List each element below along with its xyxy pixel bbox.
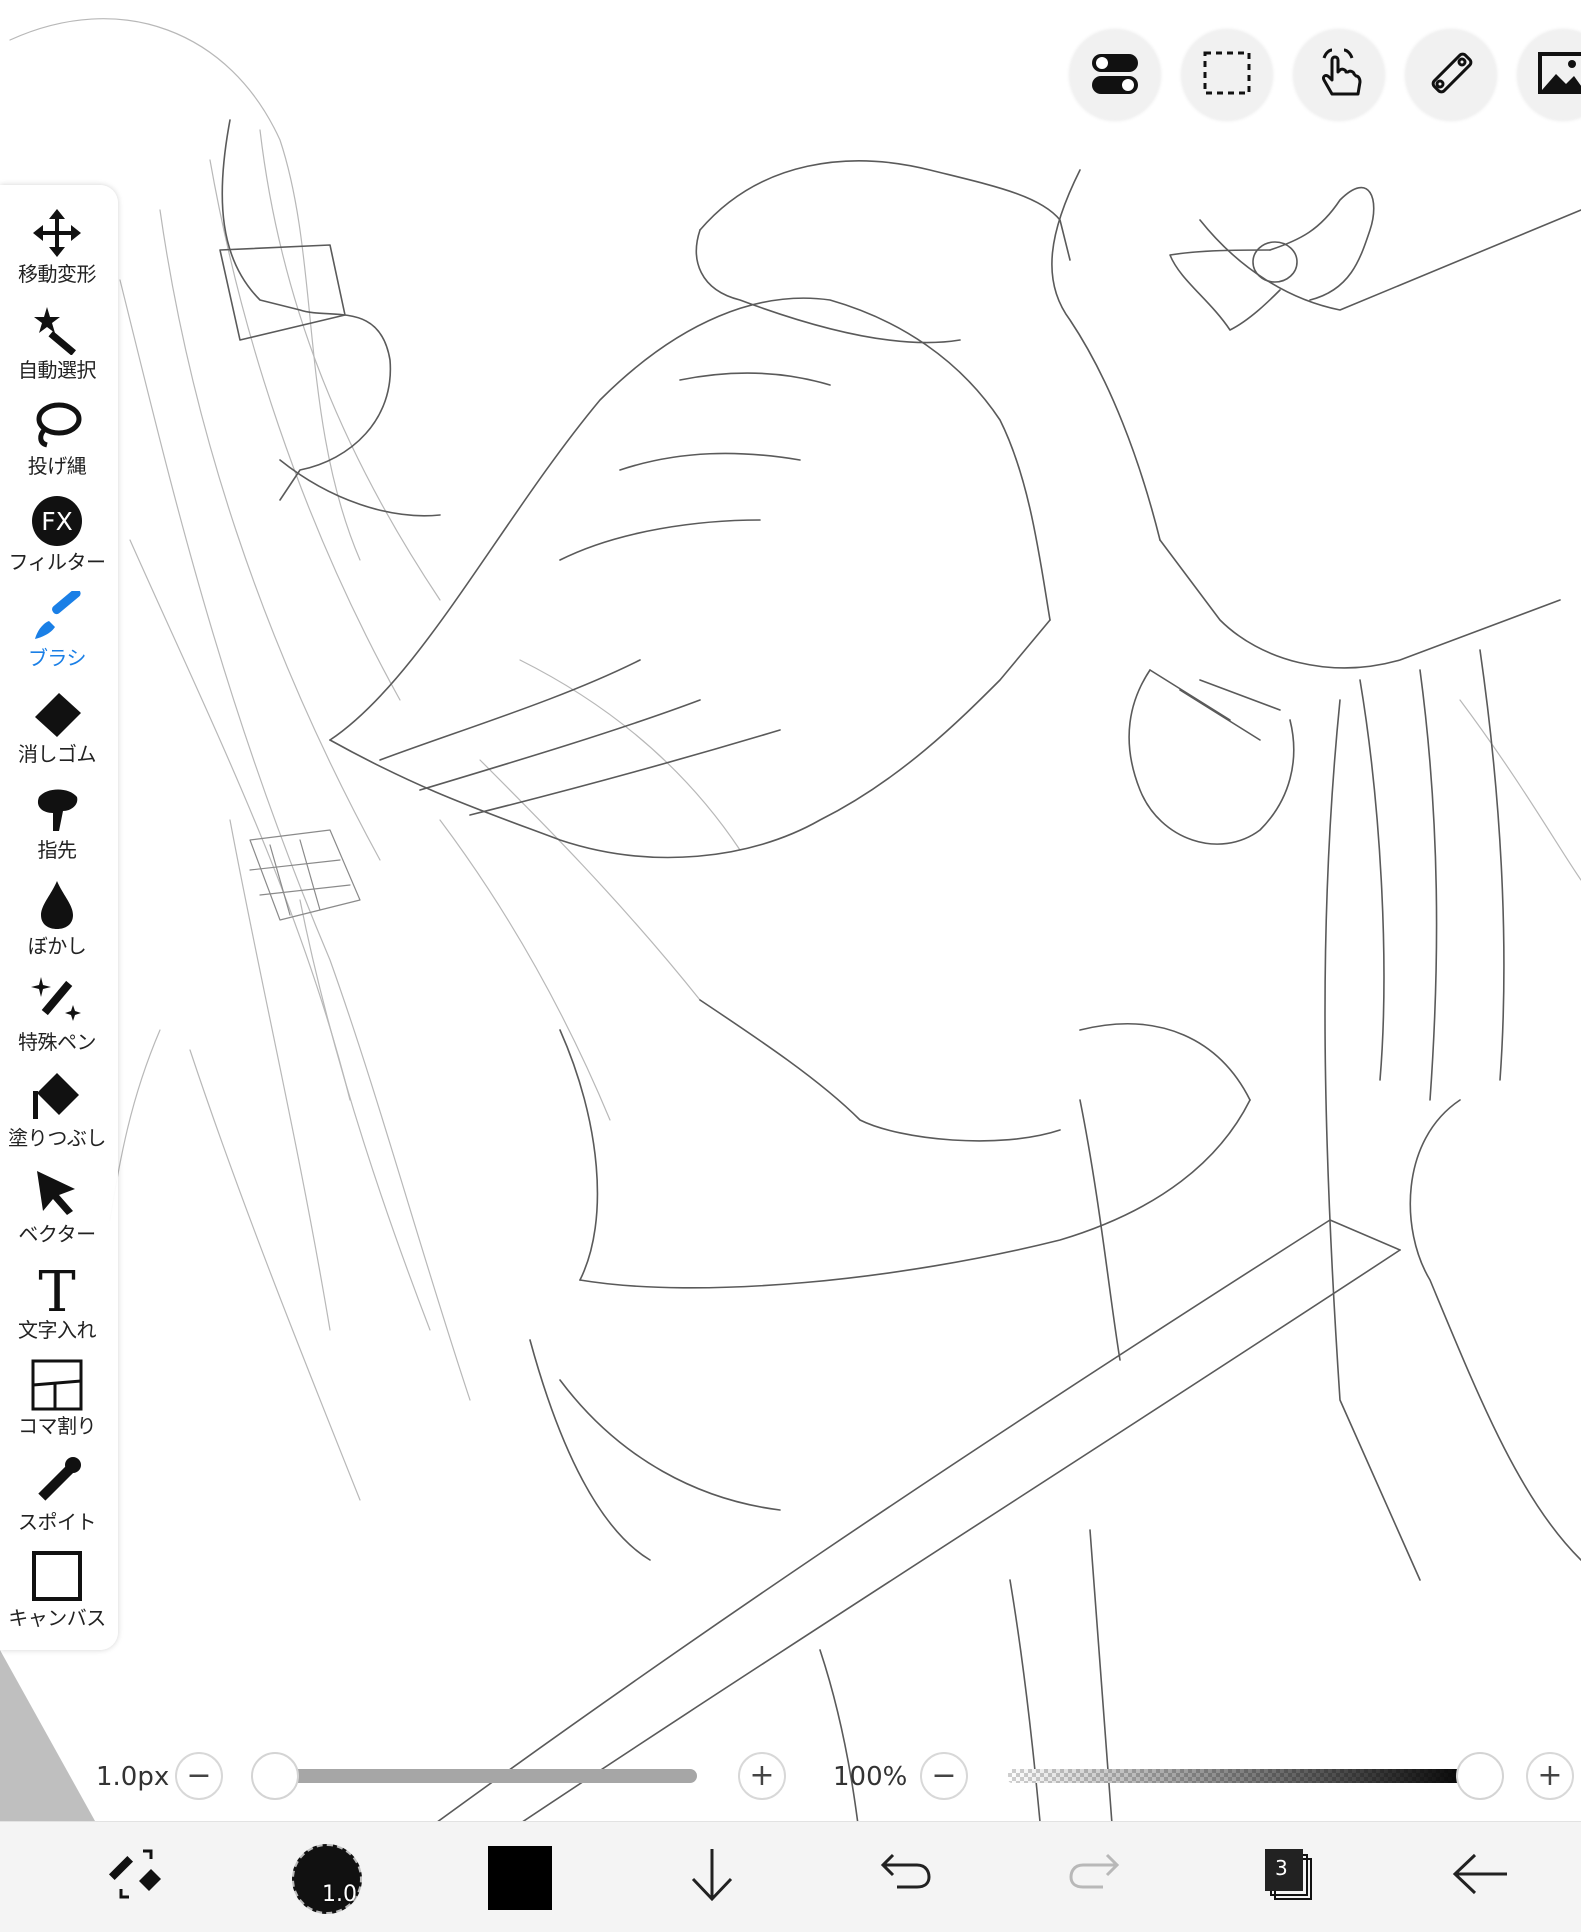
tool-filter[interactable]: FX フィルター	[0, 493, 114, 585]
tool-text[interactable]: T 文字入れ	[0, 1261, 114, 1353]
tool-label: 消しゴム	[18, 742, 97, 766]
text-icon: T	[27, 1261, 87, 1317]
line-art	[9, 18, 1581, 1931]
brush-icon	[27, 589, 87, 645]
brush-preview-size: 1.0	[322, 1882, 357, 1907]
toggle-switch-icon	[1088, 46, 1142, 104]
undo-icon	[873, 1843, 935, 1909]
tool-blur[interactable]: ぼかし	[0, 877, 114, 969]
tool-brush[interactable]: ブラシ	[0, 589, 114, 681]
tool-label: ぼかし	[27, 934, 87, 958]
tool-move[interactable]: 移動変形	[0, 205, 114, 297]
finger-icon	[27, 781, 87, 837]
tool-fill[interactable]: 塗りつぶし	[0, 1069, 114, 1161]
brush-size-minus-button[interactable]: −	[175, 1752, 223, 1800]
tool-label: 特殊ペン	[18, 1030, 97, 1054]
tool-label: 投げ縄	[27, 454, 87, 478]
tool-label: 塗りつぶし	[8, 1126, 106, 1150]
tool-sidebar: 移動変形 自動選択 投げ縄 FX フィルター ブラシ 消しゴム 指先 ぼかし 特…	[0, 185, 118, 1650]
tool-lasso[interactable]: 投げ縄	[0, 397, 114, 489]
touch-button[interactable]	[1294, 30, 1384, 120]
hand-touch-icon	[1312, 46, 1366, 104]
svg-text:T: T	[38, 1263, 75, 1315]
brush-size-plus-button[interactable]: +	[738, 1752, 786, 1800]
magic-wand-icon	[27, 301, 87, 357]
download-button[interactable]	[672, 1840, 752, 1912]
tool-finger[interactable]: 指先	[0, 781, 114, 873]
tool-label: 自動選択	[18, 358, 97, 382]
drawing-canvas[interactable]	[0, 0, 1581, 1931]
eyedropper-icon	[27, 1453, 87, 1509]
ruler-button[interactable]	[1406, 30, 1496, 120]
redo-button[interactable]	[1056, 1840, 1136, 1912]
fx-icon: FX	[27, 493, 87, 549]
opacity-value: 100%	[833, 1762, 908, 1792]
tool-label: 移動変形	[18, 262, 97, 286]
brush-size-value: 1.0px	[96, 1762, 170, 1792]
ruler-icon	[1424, 46, 1478, 104]
bucket-icon	[27, 1069, 87, 1125]
redo-icon	[1065, 1843, 1127, 1909]
tool-canvas[interactable]: キャンバス	[0, 1549, 114, 1641]
color-swatch-button[interactable]	[488, 1846, 552, 1910]
opacity-plus-button[interactable]: +	[1526, 1752, 1574, 1800]
bottom-toolbar: 1.0 3	[0, 1821, 1581, 1932]
tool-vector[interactable]: ベクター	[0, 1165, 114, 1257]
tool-label: 文字入れ	[18, 1318, 97, 1342]
sparkle-pen-icon	[27, 973, 87, 1029]
tool-label: スポイト	[18, 1510, 97, 1534]
layers-icon	[1257, 1843, 1319, 1909]
toggle-button[interactable]	[1070, 30, 1160, 120]
tool-eraser[interactable]: 消しゴム	[0, 685, 114, 777]
eraser-icon	[27, 685, 87, 741]
layers-count: 3	[1275, 1856, 1288, 1880]
arrow-down-icon	[681, 1843, 743, 1909]
undo-button[interactable]	[864, 1840, 944, 1912]
brush-size-slider-track[interactable]	[275, 1769, 697, 1783]
tool-label: コマ割り	[18, 1414, 97, 1438]
tool-label: ブラシ	[27, 646, 87, 670]
svg-text:FX: FX	[41, 507, 73, 536]
selection-button[interactable]	[1182, 30, 1272, 120]
tool-special-pen[interactable]: 特殊ペン	[0, 973, 114, 1065]
tool-label: ベクター	[18, 1222, 96, 1246]
opacity-slider-knob[interactable]	[1456, 1752, 1504, 1800]
arrow-left-icon	[1449, 1843, 1511, 1909]
tool-eyedropper[interactable]: スポイト	[0, 1453, 114, 1545]
pen-eraser-swap-icon	[105, 1843, 167, 1909]
opacity-minus-button[interactable]: −	[920, 1752, 968, 1800]
frame-divider-icon	[27, 1357, 87, 1413]
tool-frame[interactable]: コマ割り	[0, 1357, 114, 1449]
opacity-slider-track[interactable]	[1008, 1769, 1480, 1783]
brush-size-slider-knob[interactable]	[251, 1752, 299, 1800]
pen-eraser-swap-button[interactable]	[96, 1840, 176, 1912]
back-button[interactable]	[1440, 1840, 1520, 1912]
tool-label: 指先	[37, 838, 78, 862]
image-icon	[1536, 46, 1581, 104]
tool-label: キャンバス	[8, 1606, 106, 1630]
dashed-selection-icon	[1200, 46, 1254, 104]
drop-icon	[27, 877, 87, 933]
lasso-icon	[27, 397, 87, 453]
tool-auto-select[interactable]: 自動選択	[0, 301, 114, 393]
cursor-arrow-icon	[27, 1165, 87, 1221]
layers-button[interactable]: 3	[1248, 1840, 1328, 1912]
tool-label: フィルター	[8, 550, 106, 574]
move-arrows-icon	[27, 205, 87, 261]
canvas-square-icon	[27, 1549, 87, 1605]
